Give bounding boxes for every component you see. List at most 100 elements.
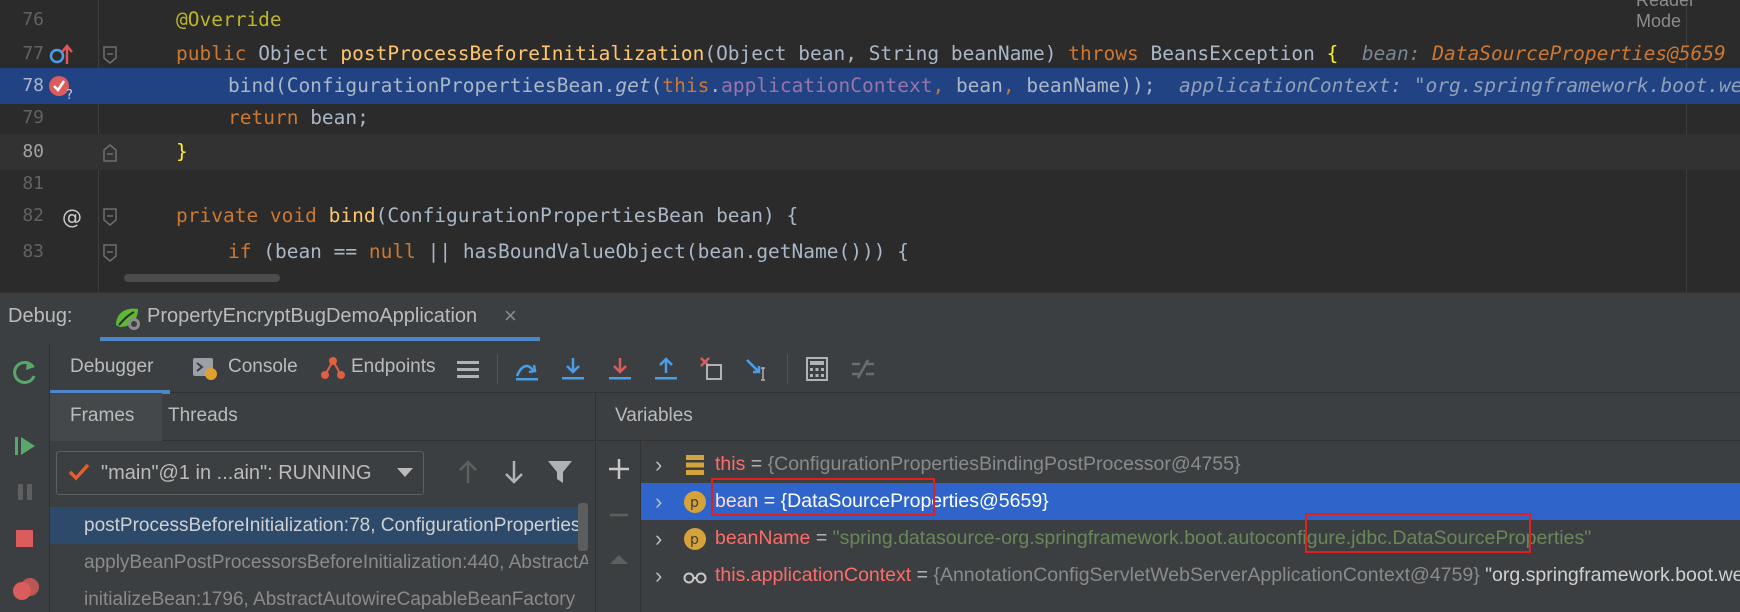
evaluate-expression-icon[interactable] xyxy=(804,356,830,382)
code-line[interactable]: 82 @ private void bind(ConfigurationProp… xyxy=(0,198,1740,234)
tab-endpoints[interactable]: Endpoints xyxy=(318,343,468,393)
variable-name: beanName xyxy=(715,527,811,549)
variables-toolbar xyxy=(597,441,641,612)
code-line[interactable]: 76 @Override xyxy=(0,2,1740,38)
horizontal-scrollbar[interactable] xyxy=(124,274,280,282)
fold-marker-icon[interactable] xyxy=(102,46,118,64)
thread-selector[interactable]: "main"@1 in ...ain": RUNNING xyxy=(56,451,424,495)
code-line[interactable]: 77 public Object postProcessBeforeInitia… xyxy=(0,36,1740,72)
code-text: @Override xyxy=(176,8,282,31)
inline-debug-hint: applicationContext: "org.springframework… xyxy=(1179,74,1740,97)
code-line[interactable]: 83 if (bean == null || hasBoundValueObje… xyxy=(0,234,1740,270)
layout-menu-icon[interactable] xyxy=(455,356,481,382)
breakpoint-icon[interactable]: ? xyxy=(48,74,74,100)
drop-frame-icon[interactable] xyxy=(699,356,725,382)
stack-frame-row[interactable]: initializeBean:1796, AbstractAutowireCap… xyxy=(50,581,588,612)
line-number: 77 xyxy=(22,43,44,64)
run-config-name: PropertyEncryptBugDemoApplication xyxy=(147,305,478,327)
fold-marker-icon[interactable] xyxy=(102,208,118,226)
svg-text:p: p xyxy=(690,495,699,511)
remove-watch-icon[interactable] xyxy=(607,503,631,527)
variable-value: {ConfigurationPropertiesBindingPostProce… xyxy=(767,453,1241,475)
line-number: 76 xyxy=(22,9,44,30)
pause-icon[interactable] xyxy=(10,477,40,507)
svg-text:?: ? xyxy=(66,88,73,100)
view-breakpoints-icon[interactable] xyxy=(10,575,40,605)
variable-name: this.applicationContext xyxy=(715,564,912,586)
frames-scrollbar[interactable] xyxy=(578,503,588,551)
code-editor[interactable]: Reader Mode 76 @Override 77 public Objec… xyxy=(0,0,1740,292)
tab-frames-label: Frames xyxy=(70,405,135,426)
debug-title-bar: Debug: PropertyEncryptBugDemoApplication… xyxy=(0,293,1740,343)
tab-console[interactable]: Console xyxy=(190,343,310,393)
thread-selector-value: "main"@1 in ...ain": RUNNING xyxy=(101,462,372,484)
run-to-cursor-icon[interactable] xyxy=(745,356,771,382)
rerun-icon[interactable] xyxy=(10,357,40,387)
stop-icon[interactable] xyxy=(10,523,40,553)
endpoints-icon xyxy=(321,357,345,379)
trace-current-stream-icon[interactable] xyxy=(850,356,876,382)
highlight-box-beanname-class xyxy=(1305,513,1531,553)
stack-frame-row[interactable]: applyBeanPostProcessorsBeforeInitializat… xyxy=(50,544,588,581)
chevron-right-icon[interactable]: › xyxy=(655,557,662,594)
debug-toolbar: Debugger Console Endpoints xyxy=(50,343,1740,394)
tab-underline xyxy=(100,337,540,341)
add-watch-icon[interactable] xyxy=(607,457,631,481)
fold-marker-icon[interactable] xyxy=(102,244,118,262)
line-number: 80 xyxy=(22,141,44,162)
line-number: 81 xyxy=(22,173,44,194)
debug-tool-window: Debug: PropertyEncryptBugDemoApplication… xyxy=(0,292,1740,612)
annotation-marker-icon[interactable]: @ xyxy=(60,204,86,230)
code-text: } xyxy=(176,140,188,163)
line-number: 79 xyxy=(22,107,44,128)
line-number: 82 xyxy=(22,205,44,226)
svg-text:@: @ xyxy=(62,205,82,229)
checkmark-icon xyxy=(68,463,90,481)
debug-label: Debug: xyxy=(8,305,73,327)
watch-glasses-icon xyxy=(683,572,707,584)
debug-side-toolbar xyxy=(0,343,50,612)
code-text: return bean; xyxy=(228,106,369,129)
move-up-icon[interactable] xyxy=(607,547,631,571)
chevron-right-icon[interactable]: › xyxy=(655,483,662,520)
variables-panel: Variables › this = {ConfigurationPropert… xyxy=(597,393,1740,612)
step-out-icon[interactable] xyxy=(653,356,679,382)
close-tab-icon[interactable]: × xyxy=(504,303,517,329)
variable-name: this xyxy=(715,453,746,475)
current-execution-line[interactable]: 78 ? bind(ConfigurationPropertiesBean.ge… xyxy=(0,68,1740,104)
next-frame-icon[interactable] xyxy=(499,457,529,487)
toolbar-separator xyxy=(497,354,498,384)
frames-tab-bar: Frames Threads xyxy=(50,393,596,441)
variables-title: Variables xyxy=(615,405,693,426)
frames-panel: Frames Threads "main"@1 in ...ain": RUNN… xyxy=(50,393,596,612)
step-into-icon[interactable] xyxy=(607,356,633,382)
overrides-method-icon[interactable] xyxy=(48,42,74,68)
fold-marker-icon[interactable] xyxy=(102,144,118,162)
line-number: 78 xyxy=(22,75,44,96)
tab-debugger[interactable]: Debugger xyxy=(50,343,170,394)
previous-frame-icon[interactable] xyxy=(453,457,483,487)
stack-frame-row[interactable]: postProcessBeforeInitialization:78, Conf… xyxy=(50,507,588,544)
tab-threads[interactable]: Threads xyxy=(168,405,238,427)
svg-text:p: p xyxy=(690,532,699,548)
line-number: 83 xyxy=(22,241,44,262)
show-execution-point-icon[interactable] xyxy=(514,356,540,382)
variables-header: Variables xyxy=(597,393,1740,441)
resume-icon[interactable] xyxy=(10,431,40,461)
filter-icon[interactable] xyxy=(545,457,575,487)
code-line[interactable]: 81 xyxy=(0,166,1740,202)
run-config-tab[interactable]: PropertyEncryptBugDemoApplication × xyxy=(100,293,540,343)
spring-boot-app-icon xyxy=(116,308,140,330)
variable-row-application-context[interactable]: › this.applicationContext = {AnnotationC… xyxy=(641,557,1740,594)
console-icon xyxy=(193,358,217,380)
step-over-icon[interactable] xyxy=(560,356,586,382)
code-line[interactable]: 80 } xyxy=(0,134,1740,170)
chevron-right-icon[interactable]: › xyxy=(655,520,662,557)
variable-value: {AnnotationConfigServletWebServerApplica… xyxy=(933,564,1480,586)
variable-row-beanname[interactable]: › p beanName = "spring.datasource-org.sp… xyxy=(641,520,1740,557)
parameter-icon: p xyxy=(684,528,706,550)
code-line[interactable]: 79 return bean; xyxy=(0,100,1740,136)
chevron-down-icon xyxy=(397,468,413,477)
chevron-right-icon[interactable]: › xyxy=(655,446,662,483)
variable-value-string: "org.springframework.boot.web.servlet.co… xyxy=(1485,564,1740,586)
